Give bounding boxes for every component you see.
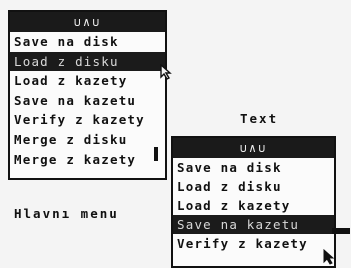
main-menu-top: ∪∧∪ Save na disk Load z disku Load z kaz…: [8, 10, 167, 180]
text-cursor-block: [332, 228, 350, 234]
menu-item-load-z-disku[interactable]: Load z disku: [10, 51, 165, 72]
main-menu-bottom: ∪∧∪ Save na disk Load z disku Load z kaz…: [171, 136, 336, 268]
text-cursor-block: [154, 147, 158, 161]
caption-text: Text: [240, 111, 279, 126]
menu-item-load-z-kazety[interactable]: Load z kazety: [10, 71, 165, 91]
arrow-cursor-icon: [160, 64, 172, 80]
menu-item-load-z-kazety[interactable]: Load z kazety: [173, 196, 334, 215]
arrow-cursor-icon: [323, 249, 335, 265]
menu-title: ∪∧∪: [10, 12, 165, 32]
caption-main-menu: Hlavnı menu: [14, 206, 119, 221]
menu-item-merge-z-kazety[interactable]: Merge z kazety: [10, 150, 165, 170]
menu-item-save-na-kazetu[interactable]: Save na kazetu: [173, 215, 334, 234]
menu-title: ∪∧∪: [173, 138, 334, 158]
menu-item-save-na-disk[interactable]: Save na disk: [173, 158, 334, 177]
menu-item-save-na-kazetu[interactable]: Save na kazetu: [10, 91, 165, 111]
menu-item-merge-z-disku[interactable]: Merge z disku: [10, 130, 165, 150]
menu-item-load-z-disku[interactable]: Load z disku: [173, 177, 334, 196]
menu-item-save-na-disk[interactable]: Save na disk: [10, 32, 165, 52]
menu-item-verify-z-kazety[interactable]: Verify z kazety: [173, 234, 334, 253]
menu-item-verify-z-kazety[interactable]: Verify z kazety: [10, 110, 165, 130]
